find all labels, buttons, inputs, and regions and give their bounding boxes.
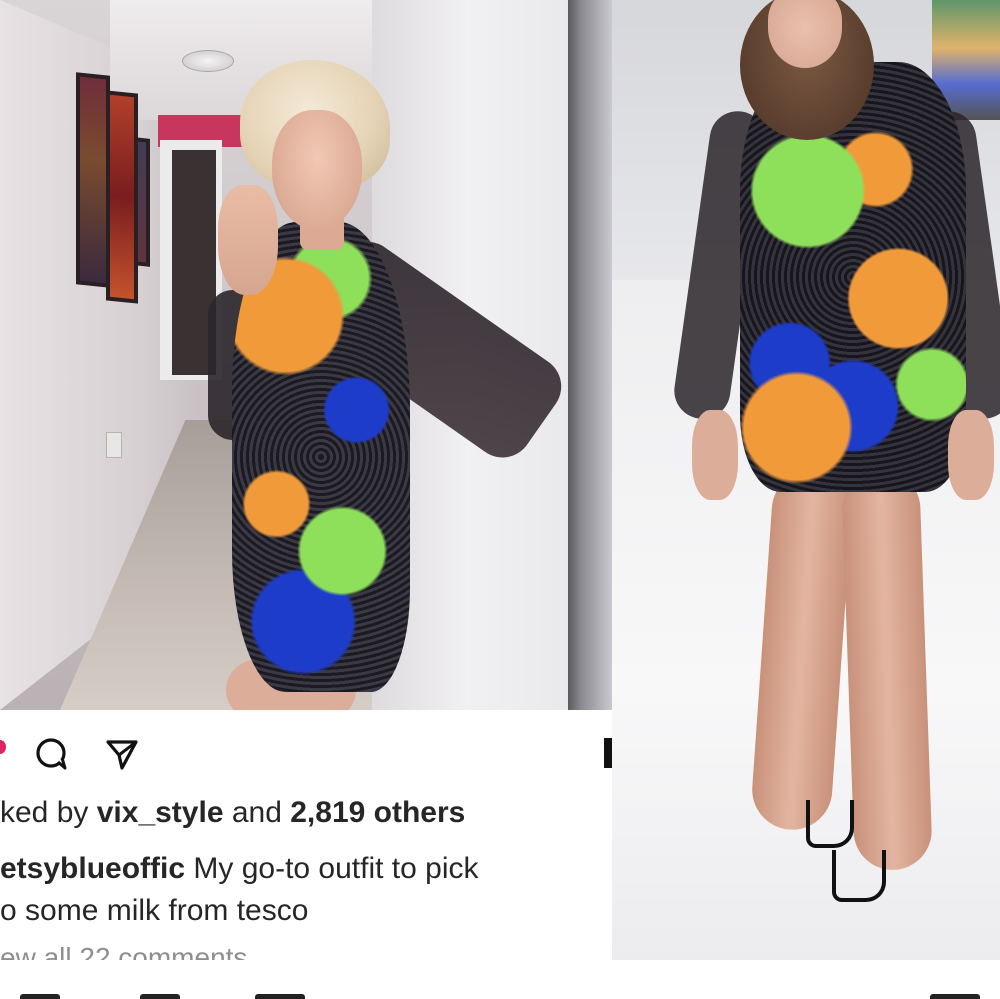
bookmark-icon[interactable] <box>604 738 612 768</box>
caption-text: o some milk from tesco <box>0 894 309 927</box>
runway-photo <box>612 0 1000 960</box>
ceiling-light <box>182 50 234 72</box>
post-caption: etsyblueoffic My go-to outfit to pick o … <box>0 848 612 932</box>
heart-icon[interactable] <box>0 740 6 754</box>
wall-picture <box>134 137 150 267</box>
home-icon[interactable] <box>20 994 60 999</box>
wall-picture <box>76 72 110 288</box>
likes-and: and <box>223 796 291 829</box>
caption-username[interactable]: etsyblueoffic <box>0 852 185 885</box>
search-icon[interactable] <box>140 994 180 999</box>
model-face <box>272 110 362 230</box>
model-hand <box>218 185 278 295</box>
sandal <box>832 850 886 902</box>
add-post-icon[interactable] <box>255 994 305 999</box>
share-icon[interactable] <box>104 736 140 772</box>
liked-by-username[interactable]: vix_style <box>97 796 224 829</box>
likes-summary[interactable]: ked by vix_style and 2,819 others <box>0 796 612 830</box>
bottom-nav-strip <box>0 960 1000 999</box>
sandal <box>806 800 854 848</box>
profile-icon[interactable] <box>930 994 980 999</box>
model-hand <box>692 410 738 500</box>
caption-text: My go-to outfit to pick <box>185 852 479 885</box>
post-photo[interactable] <box>0 0 612 710</box>
window-frame <box>568 0 612 710</box>
model-hand <box>948 410 994 500</box>
model-leg <box>841 468 933 872</box>
likes-count[interactable]: 2,819 others <box>290 796 465 829</box>
instagram-post: ked by vix_style and 2,819 others etsybl… <box>0 0 612 999</box>
likes-prefix: ked by <box>0 796 97 829</box>
comment-icon[interactable] <box>34 736 68 770</box>
wall-socket <box>106 432 122 458</box>
caption-line: etsyblueoffic My go-to outfit to pick <box>0 848 612 890</box>
